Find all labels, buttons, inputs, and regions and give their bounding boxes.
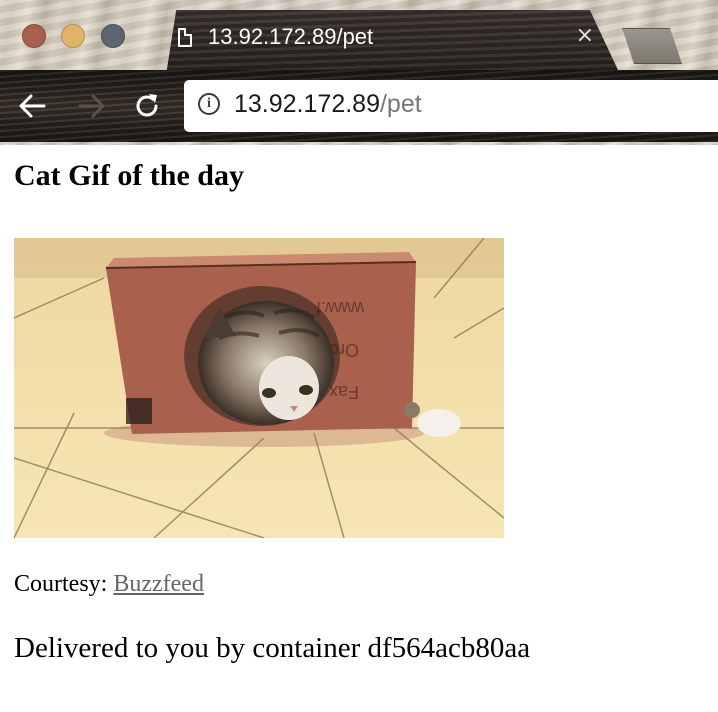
courtesy-line: Courtesy: Buzzfeed <box>14 571 204 598</box>
window-minimize-button[interactable] <box>61 24 85 48</box>
page-content: Cat Gif of the day www.f Fax Courtesy: B… <box>0 145 718 712</box>
info-icon[interactable]: i <box>198 93 220 115</box>
forward-button[interactable] <box>72 86 112 126</box>
tab-title: 13.92.172.89/pet <box>208 24 374 49</box>
url-host: 13.92.172.89 <box>234 90 380 118</box>
url-path: /pet <box>379 90 422 118</box>
browser-tab[interactable]: 13.92.172.89/pet × <box>148 10 618 70</box>
courtesy-label: Courtesy: <box>14 571 108 597</box>
back-button[interactable] <box>12 86 52 126</box>
cat-paw <box>417 409 461 437</box>
new-tab-button[interactable] <box>622 28 682 64</box>
box-print-3: Fax <box>329 382 359 402</box>
window-close-button[interactable] <box>22 24 46 48</box>
reload-button[interactable] <box>127 86 167 126</box>
document-icon <box>178 28 192 47</box>
buzzfeed-link[interactable]: Buzzfeed <box>113 571 204 597</box>
reload-icon <box>136 94 158 117</box>
cat-in-box-illustration: www.f Orde Fax <box>14 238 504 538</box>
arrow-right-icon <box>78 94 105 118</box>
delivered-by-container-text: Delivered to you by container df564acb80… <box>14 632 531 664</box>
tab-close-icon[interactable]: × <box>576 23 594 48</box>
url-text[interactable]: 13.92.172.89/pet <box>234 90 422 119</box>
window-zoom-button[interactable] <box>101 24 125 48</box>
page-title: Cat Gif of the day <box>14 159 244 192</box>
arrow-left-icon <box>19 94 46 118</box>
address-bar[interactable]: i 13.92.172.89/pet <box>184 80 718 132</box>
cat-gif-image: www.f Orde Fax <box>14 238 504 538</box>
